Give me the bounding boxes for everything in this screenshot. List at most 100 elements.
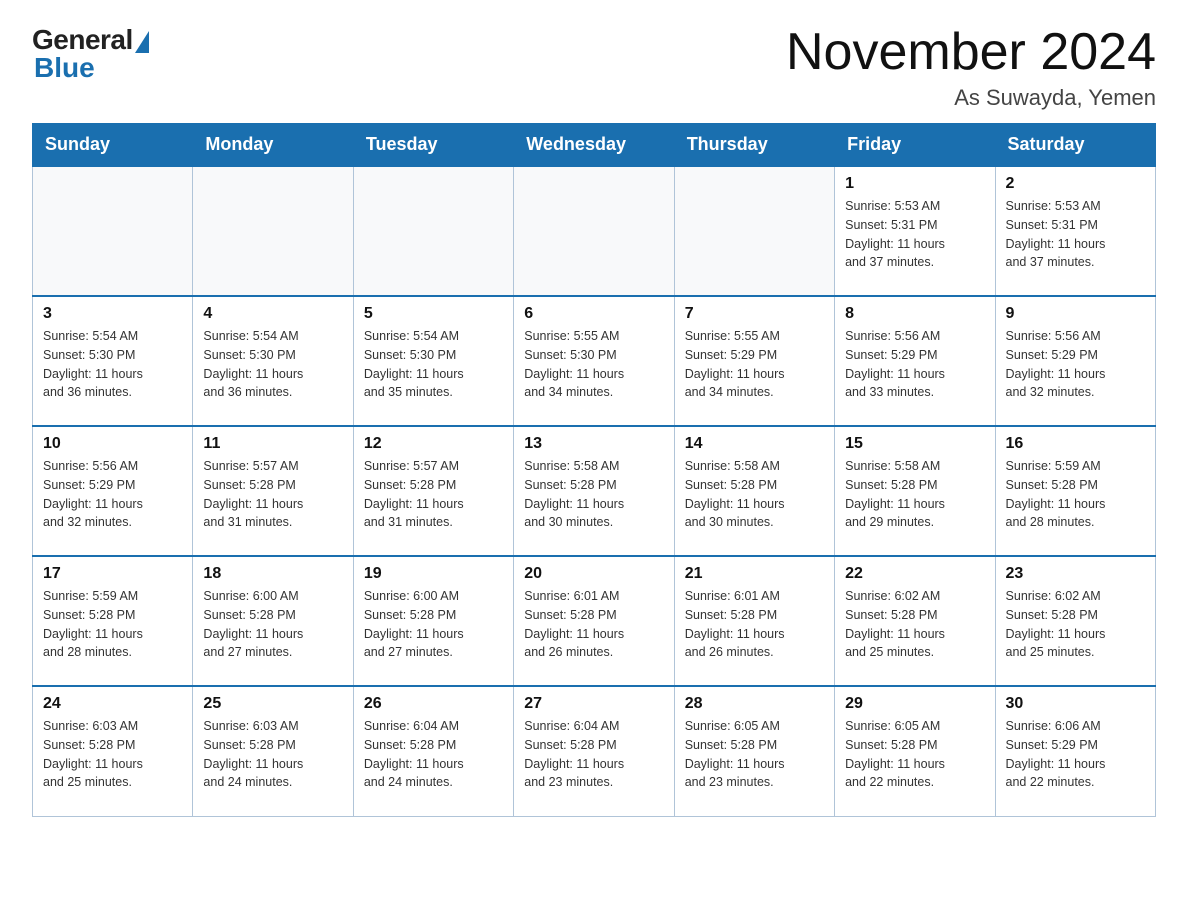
day-number: 30 [1006, 695, 1145, 713]
calendar-cell: 25 Sunrise: 6:03 AM Sunset: 5:28 PM Dayli… [193, 686, 353, 816]
day-info: Sunrise: 6:04 AM Sunset: 5:28 PM Dayligh… [524, 717, 663, 792]
day-number: 1 [845, 175, 984, 193]
day-info: Sunrise: 6:03 AM Sunset: 5:28 PM Dayligh… [43, 717, 182, 792]
calendar-cell: 22 Sunrise: 6:02 AM Sunset: 5:28 PM Dayli… [835, 556, 995, 686]
day-info: Sunrise: 5:55 AM Sunset: 5:30 PM Dayligh… [524, 327, 663, 402]
calendar-cell: 29Sunrise: 6:05 AM Sunset: 5:28 PM Dayli… [835, 686, 995, 816]
calendar-header-saturday: Saturday [995, 124, 1155, 167]
calendar-header-wednesday: Wednesday [514, 124, 674, 167]
week-row-3: 10 Sunrise: 5:56 AM Sunset: 5:29 PM Dayli… [33, 426, 1156, 556]
calendar-cell: 23 Sunrise: 6:02 AM Sunset: 5:28 PM Dayli… [995, 556, 1155, 686]
calendar-cell: 26 Sunrise: 6:04 AM Sunset: 5:28 PM Dayli… [353, 686, 513, 816]
day-info: Sunrise: 6:02 AM Sunset: 5:28 PM Dayligh… [845, 587, 984, 662]
day-number: 22 [845, 565, 984, 583]
calendar-cell: 17 Sunrise: 5:59 AM Sunset: 5:28 PM Dayli… [33, 556, 193, 686]
day-info: Sunrise: 5:57 AM Sunset: 5:28 PM Dayligh… [203, 457, 342, 532]
day-info: Sunrise: 5:56 AM Sunset: 5:29 PM Dayligh… [845, 327, 984, 402]
calendar-cell: 21 Sunrise: 6:01 AM Sunset: 5:28 PM Dayli… [674, 556, 834, 686]
calendar-cell: 10 Sunrise: 5:56 AM Sunset: 5:29 PM Dayli… [33, 426, 193, 556]
day-number: 9 [1006, 305, 1145, 323]
day-info: Sunrise: 5:54 AM Sunset: 5:30 PM Dayligh… [203, 327, 342, 402]
day-number: 7 [685, 305, 824, 323]
day-number: 4 [203, 305, 342, 323]
day-number: 18 [203, 565, 342, 583]
day-number: 26 [364, 695, 503, 713]
day-number: 17 [43, 565, 182, 583]
day-number: 10 [43, 435, 182, 453]
day-info: Sunrise: 5:59 AM Sunset: 5:28 PM Dayligh… [43, 587, 182, 662]
logo-triangle-icon [135, 31, 149, 53]
week-row-5: 24 Sunrise: 6:03 AM Sunset: 5:28 PM Dayli… [33, 686, 1156, 816]
calendar-cell [33, 166, 193, 296]
day-info: Sunrise: 6:03 AM Sunset: 5:28 PM Dayligh… [203, 717, 342, 792]
calendar-cell: 24 Sunrise: 6:03 AM Sunset: 5:28 PM Dayli… [33, 686, 193, 816]
day-info: Sunrise: 5:57 AM Sunset: 5:28 PM Dayligh… [364, 457, 503, 532]
day-info: Sunrise: 5:53 AM Sunset: 5:31 PM Dayligh… [1006, 197, 1145, 272]
day-info: Sunrise: 6:00 AM Sunset: 5:28 PM Dayligh… [203, 587, 342, 662]
day-info: Sunrise: 6:05 AM Sunset: 5:28 PM Dayligh… [685, 717, 824, 792]
day-number: 5 [364, 305, 503, 323]
day-number: 12 [364, 435, 503, 453]
calendar-cell [514, 166, 674, 296]
day-info: Sunrise: 5:56 AM Sunset: 5:29 PM Dayligh… [1006, 327, 1145, 402]
day-info: Sunrise: 5:59 AM Sunset: 5:28 PM Dayligh… [1006, 457, 1145, 532]
day-number: 15 [845, 435, 984, 453]
calendar-cell: 7 Sunrise: 5:55 AM Sunset: 5:29 PM Daylig… [674, 296, 834, 426]
day-number: 3 [43, 305, 182, 323]
day-number: 27 [524, 695, 663, 713]
calendar-cell: 18 Sunrise: 6:00 AM Sunset: 5:28 PM Dayli… [193, 556, 353, 686]
calendar-cell: 11 Sunrise: 5:57 AM Sunset: 5:28 PM Dayli… [193, 426, 353, 556]
day-number: 11 [203, 435, 342, 453]
calendar-title: November 2024 [786, 24, 1156, 81]
calendar-cell: 12 Sunrise: 5:57 AM Sunset: 5:28 PM Dayli… [353, 426, 513, 556]
calendar-cell: 13Sunrise: 5:58 AM Sunset: 5:28 PM Dayli… [514, 426, 674, 556]
day-number: 24 [43, 695, 182, 713]
day-info: Sunrise: 5:56 AM Sunset: 5:29 PM Dayligh… [43, 457, 182, 532]
calendar-cell: 30Sunrise: 6:06 AM Sunset: 5:29 PM Dayli… [995, 686, 1155, 816]
day-number: 21 [685, 565, 824, 583]
day-number: 16 [1006, 435, 1145, 453]
calendar-cell: 27 Sunrise: 6:04 AM Sunset: 5:28 PM Dayli… [514, 686, 674, 816]
day-info: Sunrise: 5:54 AM Sunset: 5:30 PM Dayligh… [364, 327, 503, 402]
page-header: General Blue November 2024 As Suwayda, Y… [32, 24, 1156, 111]
calendar-cell: 15 Sunrise: 5:58 AM Sunset: 5:28 PM Dayli… [835, 426, 995, 556]
calendar-cell [193, 166, 353, 296]
week-row-2: 3 Sunrise: 5:54 AM Sunset: 5:30 PM Daylig… [33, 296, 1156, 426]
calendar-header-thursday: Thursday [674, 124, 834, 167]
calendar-cell: 6 Sunrise: 5:55 AM Sunset: 5:30 PM Daylig… [514, 296, 674, 426]
day-number: 23 [1006, 565, 1145, 583]
calendar-cell: 16 Sunrise: 5:59 AM Sunset: 5:28 PM Dayli… [995, 426, 1155, 556]
calendar-header-sunday: Sunday [33, 124, 193, 167]
calendar-cell: 8 Sunrise: 5:56 AM Sunset: 5:29 PM Daylig… [835, 296, 995, 426]
day-number: 29 [845, 695, 984, 713]
calendar-subtitle: As Suwayda, Yemen [786, 85, 1156, 111]
day-info: Sunrise: 6:02 AM Sunset: 5:28 PM Dayligh… [1006, 587, 1145, 662]
day-info: Sunrise: 6:00 AM Sunset: 5:28 PM Dayligh… [364, 587, 503, 662]
logo: General Blue [32, 24, 149, 84]
day-number: 19 [364, 565, 503, 583]
calendar-cell: 19 Sunrise: 6:00 AM Sunset: 5:28 PM Dayli… [353, 556, 513, 686]
calendar-cell: 20Sunrise: 6:01 AM Sunset: 5:28 PM Dayli… [514, 556, 674, 686]
calendar-cell: 5 Sunrise: 5:54 AM Sunset: 5:30 PM Daylig… [353, 296, 513, 426]
day-info: Sunrise: 6:04 AM Sunset: 5:28 PM Dayligh… [364, 717, 503, 792]
day-number: 2 [1006, 175, 1145, 193]
day-info: Sunrise: 5:58 AM Sunset: 5:28 PM Dayligh… [524, 457, 663, 532]
week-row-1: 1 Sunrise: 5:53 AM Sunset: 5:31 PM Daylig… [33, 166, 1156, 296]
day-number: 28 [685, 695, 824, 713]
day-info: Sunrise: 5:55 AM Sunset: 5:29 PM Dayligh… [685, 327, 824, 402]
day-number: 6 [524, 305, 663, 323]
calendar-cell: 14Sunrise: 5:58 AM Sunset: 5:28 PM Dayli… [674, 426, 834, 556]
day-info: Sunrise: 6:01 AM Sunset: 5:28 PM Dayligh… [685, 587, 824, 662]
calendar-cell: 2 Sunrise: 5:53 AM Sunset: 5:31 PM Daylig… [995, 166, 1155, 296]
day-number: 8 [845, 305, 984, 323]
calendar-cell: 4 Sunrise: 5:54 AM Sunset: 5:30 PM Daylig… [193, 296, 353, 426]
calendar-cell: 28 Sunrise: 6:05 AM Sunset: 5:28 PM Dayli… [674, 686, 834, 816]
day-info: Sunrise: 5:58 AM Sunset: 5:28 PM Dayligh… [845, 457, 984, 532]
day-number: 25 [203, 695, 342, 713]
calendar-header-monday: Monday [193, 124, 353, 167]
logo-blue-text: Blue [32, 52, 95, 84]
calendar-cell: 1 Sunrise: 5:53 AM Sunset: 5:31 PM Daylig… [835, 166, 995, 296]
day-info: Sunrise: 5:53 AM Sunset: 5:31 PM Dayligh… [845, 197, 984, 272]
week-row-4: 17 Sunrise: 5:59 AM Sunset: 5:28 PM Dayli… [33, 556, 1156, 686]
calendar-header-tuesday: Tuesday [353, 124, 513, 167]
